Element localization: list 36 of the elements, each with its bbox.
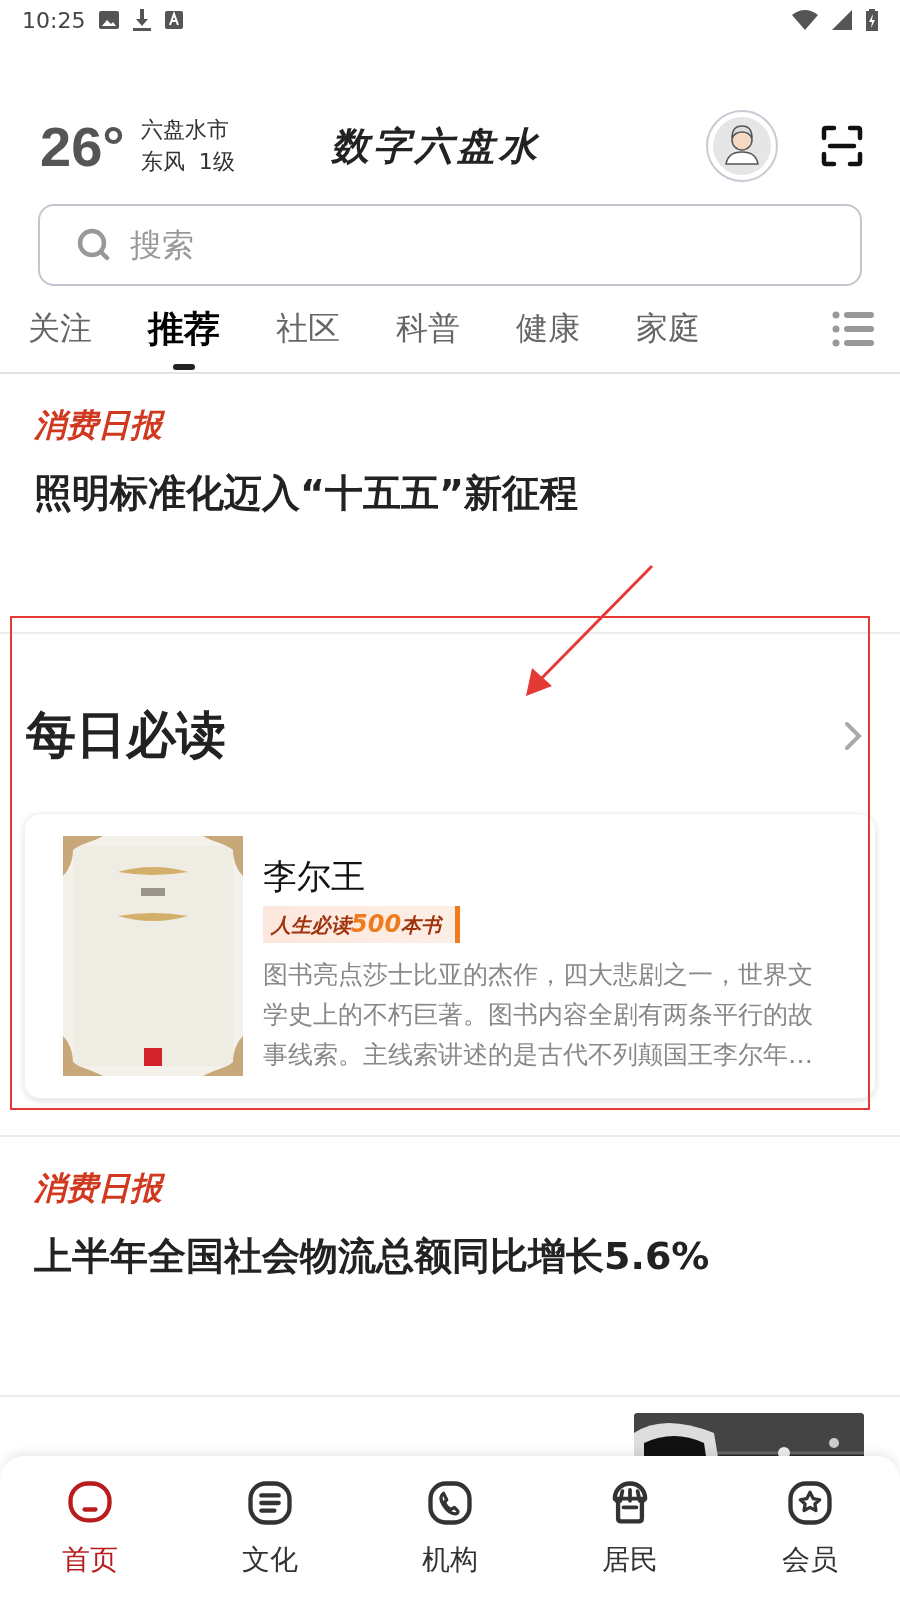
app-logo: 数字六盘水: [330, 121, 541, 170]
news-source: 消费日报: [34, 404, 864, 448]
download-icon: [133, 9, 152, 31]
book-badge: 人生必读500本书: [263, 906, 461, 943]
nav-tab[interactable]: 会员: [720, 1456, 900, 1600]
wifi-icon: [792, 10, 818, 30]
keyboard-icon: [165, 11, 184, 29]
wind-info: 东风 1级: [140, 148, 235, 176]
search-field[interactable]: 搜索: [38, 204, 862, 286]
category-tab[interactable]: 科普: [396, 286, 460, 372]
avatar[interactable]: [706, 110, 778, 182]
search-icon: [76, 227, 112, 263]
book-description: 图书亮点莎士比亚的杰作，四大悲剧之一，世界文学史上的不朽巨著。图书内容全剧有两条平行的故事线索。主线索讲述的是古代不列颠国王李尔年…: [263, 959, 814, 1071]
news-source: 消费日报: [34, 1167, 864, 1211]
news-title[interactable]: 上半年全国社会物流总额同比增长5.6%: [34, 1231, 864, 1282]
section-heading: 每日必读: [26, 705, 226, 766]
scan-icon[interactable]: [820, 124, 864, 168]
category-tab[interactable]: 健康: [516, 286, 580, 372]
image-icon: [99, 11, 120, 29]
nav-tab[interactable]: 机构: [360, 1456, 540, 1600]
category-tab[interactable]: 社区: [276, 286, 340, 372]
battery-icon: [866, 9, 878, 31]
signal-icon: [832, 10, 852, 30]
temperature: 26°: [40, 113, 125, 179]
status-time: 10:25: [22, 7, 86, 33]
category-tab[interactable]: 家庭: [636, 286, 700, 372]
nav-tab[interactable]: 文化: [180, 1456, 360, 1600]
category-tab[interactable]: 关注: [28, 286, 92, 372]
category-tab[interactable]: 推荐: [148, 286, 220, 372]
book-card[interactable]: 李尔王 人生必读500本书 图书亮点莎士比亚的杰作，四大悲剧之一，世界文学史上的不朽巨著。图书内容全剧有两条平行的故事线索。主线索讲述的是古代不列颠国王李尔年…: [24, 813, 876, 1099]
city-name: 六盘水市: [140, 116, 230, 144]
nav-tab[interactable]: 首页: [0, 1456, 180, 1600]
nav-tab[interactable]: 居民: [540, 1456, 720, 1600]
news-title[interactable]: 照明标准化迈入“十五五”新征程: [34, 468, 864, 519]
menu-icon[interactable]: [832, 311, 874, 347]
book-title: 李尔王: [263, 855, 366, 898]
